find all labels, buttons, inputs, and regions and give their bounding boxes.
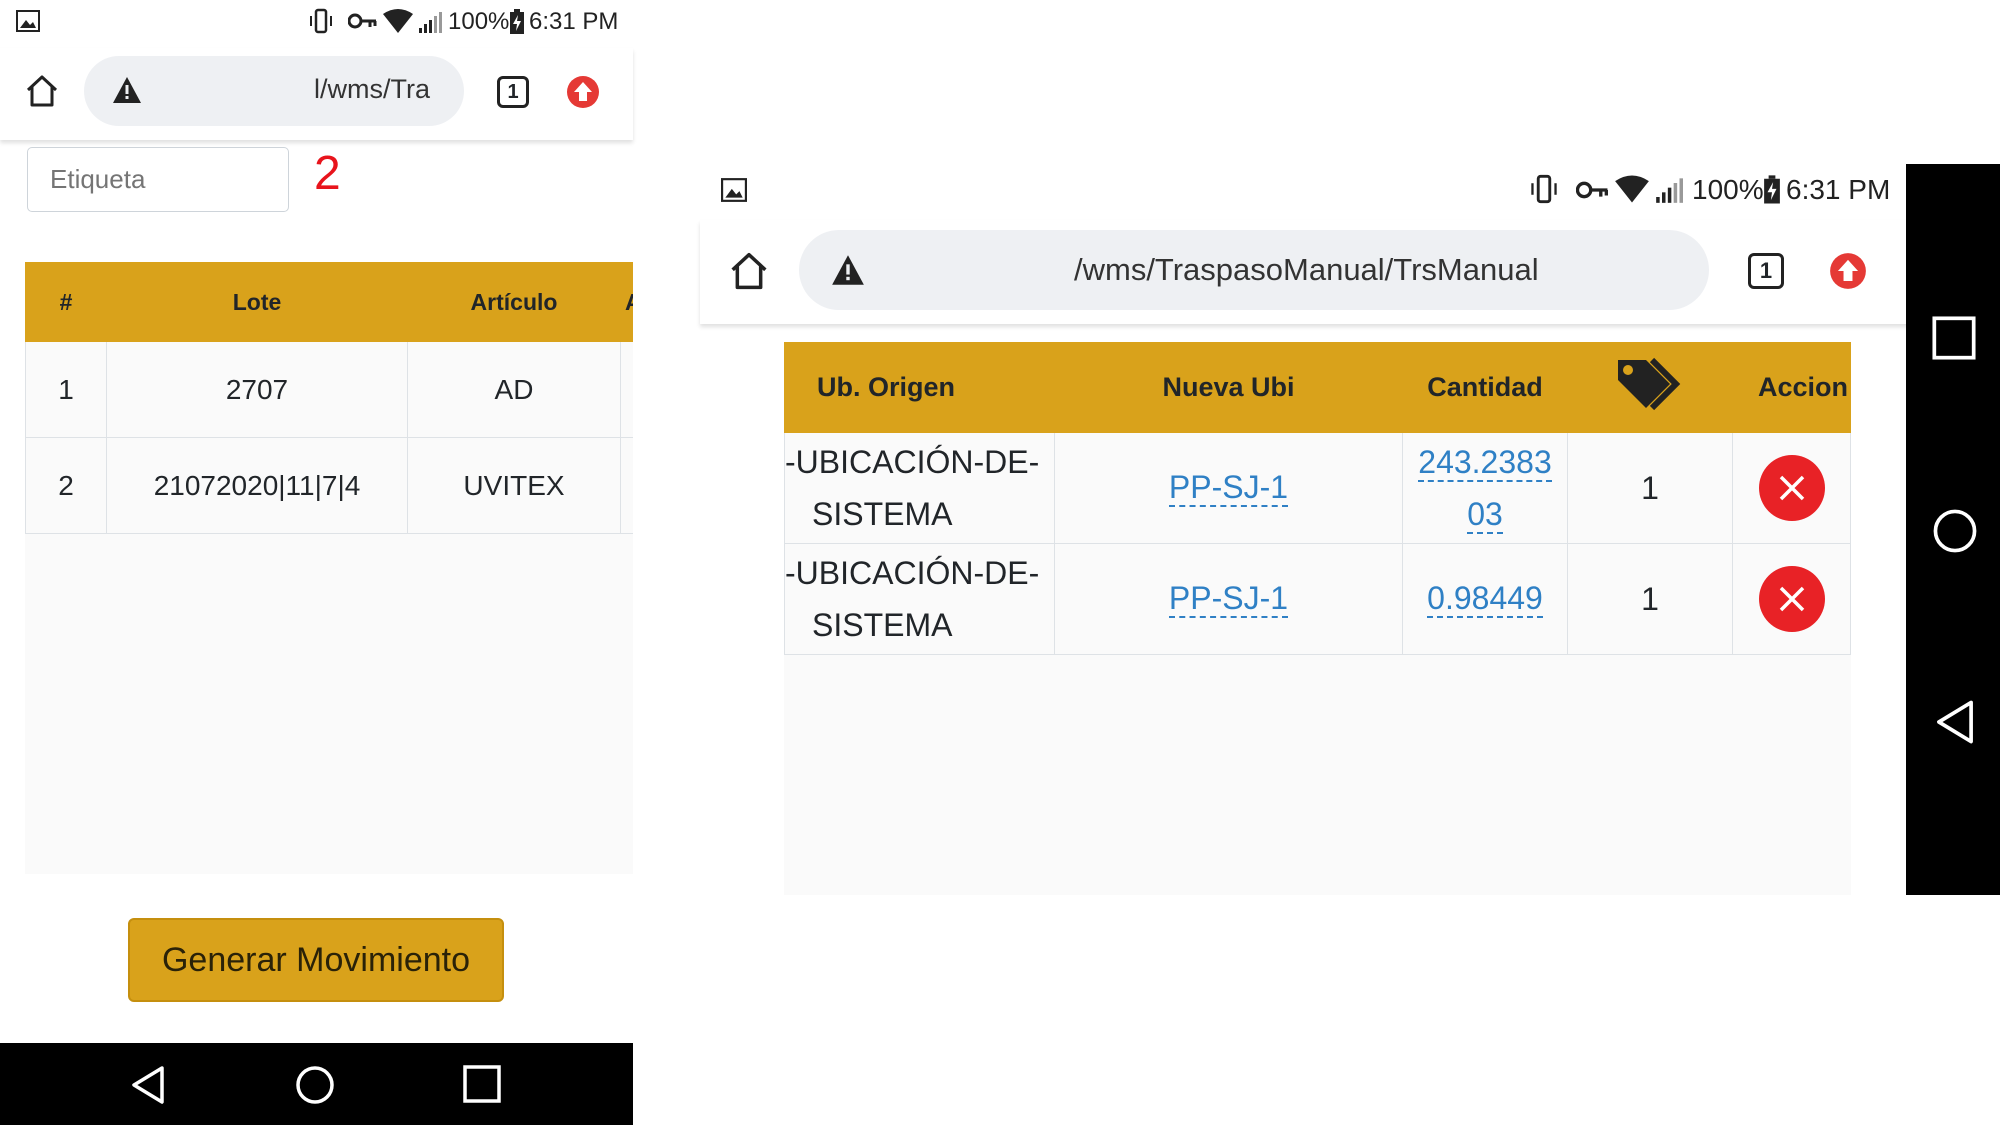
row-extra (620, 341, 633, 438)
home-circle-icon[interactable] (295, 1065, 335, 1105)
step-number: 2 (314, 147, 341, 200)
tag-icon (1614, 354, 1686, 421)
cantidad-link[interactable]: 0.98449 (1427, 580, 1543, 619)
table-header-row: # Lote Artículo A (25, 262, 633, 342)
right-android-nav-bar (1906, 164, 2000, 895)
col-header-etiquetas (1567, 342, 1733, 433)
cantidad-link[interactable]: 243.2383 (1418, 444, 1552, 482)
recents-square-icon[interactable] (1932, 316, 1976, 360)
col-header-cantidad: Cantidad (1402, 342, 1568, 433)
vibrate-icon (1530, 174, 1558, 204)
row-nueva-ubi[interactable]: PP-SJ-1 (1054, 543, 1403, 655)
row-nueva-ubi[interactable]: PP-SJ-1 (1054, 432, 1403, 544)
tab-count: 1 (1759, 258, 1773, 283)
battery-percent: 100% (1692, 174, 1764, 205)
row-ub-origen: -UBICACIÓN-DE- SISTEMA (784, 432, 1055, 544)
row-articulo: UVITEX (407, 437, 621, 534)
left-screenshot: 100% 6:31 PM l/wms/Tra 1 2 # (0, 0, 633, 1125)
back-icon[interactable] (130, 1065, 166, 1105)
row-number: 1 (25, 341, 107, 438)
row-cantidad[interactable]: 0.98449 (1402, 543, 1568, 655)
status-time: 6:31 PM (1786, 174, 1891, 205)
vpn-key-icon (348, 12, 378, 30)
delete-button[interactable] (1758, 455, 1825, 521)
table-row[interactable]: -UBICACIÓN-DE- SISTEMA PP-SJ-1 243.2383 … (784, 432, 1851, 544)
battery-percent: 100% (448, 8, 510, 35)
table-row[interactable]: -UBICACIÓN-DE- SISTEMA PP-SJ-1 0.98449 1 (784, 543, 1851, 655)
delete-button[interactable] (1758, 566, 1825, 632)
row-extra (620, 437, 633, 534)
row-cantidad[interactable]: 243.2383 03 (1402, 432, 1568, 544)
right-browser-toolbar: /wms/TraspasoManual/TrsManual 1 (700, 220, 1910, 324)
etiqueta-input[interactable] (27, 147, 289, 212)
row-accion (1732, 432, 1851, 544)
col-header-articulo: Artículo (407, 262, 621, 342)
battery-icon (509, 9, 525, 35)
cantidad-link-cont[interactable]: 03 (1467, 496, 1503, 534)
nueva-ubi-link[interactable]: PP-SJ-1 (1168, 580, 1289, 619)
gallery-icon (721, 178, 747, 202)
table-header-row: Ub. Origen Nueva Ubi Cantidad Accion (784, 342, 1851, 433)
warning-icon (831, 254, 865, 286)
row-etiquetas: 1 (1567, 432, 1733, 544)
table-row[interactable]: 2 21072020|11|7|4 UVITEX (25, 437, 633, 534)
signal-icon (1655, 176, 1683, 204)
tab-switcher-button[interactable]: 1 (1748, 253, 1784, 289)
row-articulo: AD (407, 341, 621, 438)
close-icon (1779, 475, 1804, 501)
back-icon[interactable] (1934, 699, 1976, 745)
left-android-nav-bar (0, 1043, 633, 1125)
signal-icon (418, 10, 442, 34)
lotes-table: # Lote Artículo A 1 2707 AD 2 21072020|1… (25, 262, 633, 534)
origen-line-1: -UBICACIÓN-DE- (785, 555, 1040, 591)
traspaso-table: Ub. Origen Nueva Ubi Cantidad Accion -UB… (784, 342, 1851, 655)
origen-line-2: SISTEMA (812, 607, 953, 643)
nueva-ubi-link[interactable]: PP-SJ-1 (1168, 469, 1289, 508)
row-number: 2 (25, 437, 107, 534)
row-lote: 2707 (106, 341, 408, 438)
address-url: l/wms/Tra (314, 74, 430, 104)
right-status-bar: 100% 6:31 PM (700, 164, 1910, 214)
vpn-key-icon (1576, 180, 1610, 200)
row-etiquetas: 1 (1567, 543, 1733, 655)
status-time: 6:31 PM (529, 8, 619, 35)
close-icon (1779, 586, 1804, 612)
generar-movimiento-button[interactable]: Generar Movimiento (128, 918, 504, 1002)
wifi-icon (382, 8, 414, 34)
row-ub-origen: -UBICACIÓN-DE- SISTEMA (784, 543, 1055, 655)
left-status-bar: 100% 6:31 PM (0, 0, 633, 44)
home-icon[interactable] (728, 250, 770, 292)
wifi-icon (1614, 174, 1650, 204)
origen-line-1: -UBICACIÓN-DE- (785, 444, 1040, 480)
col-header-lote: Lote (106, 262, 408, 342)
home-circle-icon[interactable] (1932, 508, 1978, 554)
warning-icon (112, 76, 142, 104)
upload-update-icon[interactable] (566, 75, 600, 109)
tab-switcher-button[interactable]: 1 (497, 76, 529, 108)
col-header-a: A (620, 262, 633, 342)
row-lote: 21072020|11|7|4 (106, 437, 408, 534)
col-header-number: # (25, 262, 107, 342)
recents-square-icon[interactable] (463, 1065, 501, 1103)
right-table-container: Ub. Origen Nueva Ubi Cantidad Accion -UB… (784, 342, 1851, 895)
vibrate-icon (309, 8, 333, 34)
left-browser-toolbar: l/wms/Tra 1 (0, 48, 633, 140)
home-icon[interactable] (24, 73, 60, 109)
left-table-container: # Lote Artículo A 1 2707 AD 2 21072020|1… (25, 262, 633, 874)
address-bar[interactable]: /wms/TraspasoManual/TrsManual (799, 230, 1709, 310)
tab-count: 1 (507, 81, 519, 103)
col-header-nueva-ubi: Nueva Ubi (1054, 342, 1403, 433)
col-header-accion: Accion (1732, 342, 1851, 433)
gallery-icon (16, 10, 40, 32)
address-url: /wms/TraspasoManual/TrsManual (1074, 252, 1539, 287)
origen-line-2: SISTEMA (812, 496, 953, 532)
battery-icon (1763, 175, 1781, 205)
row-accion (1732, 543, 1851, 655)
col-header-ub-origen: Ub. Origen (784, 342, 1055, 433)
upload-update-icon[interactable] (1829, 252, 1867, 290)
table-row[interactable]: 1 2707 AD (25, 341, 633, 438)
right-screenshot: 100% 6:31 PM /wms/TraspasoManual/TrsManu… (700, 164, 2000, 895)
address-bar[interactable]: l/wms/Tra (84, 56, 464, 126)
